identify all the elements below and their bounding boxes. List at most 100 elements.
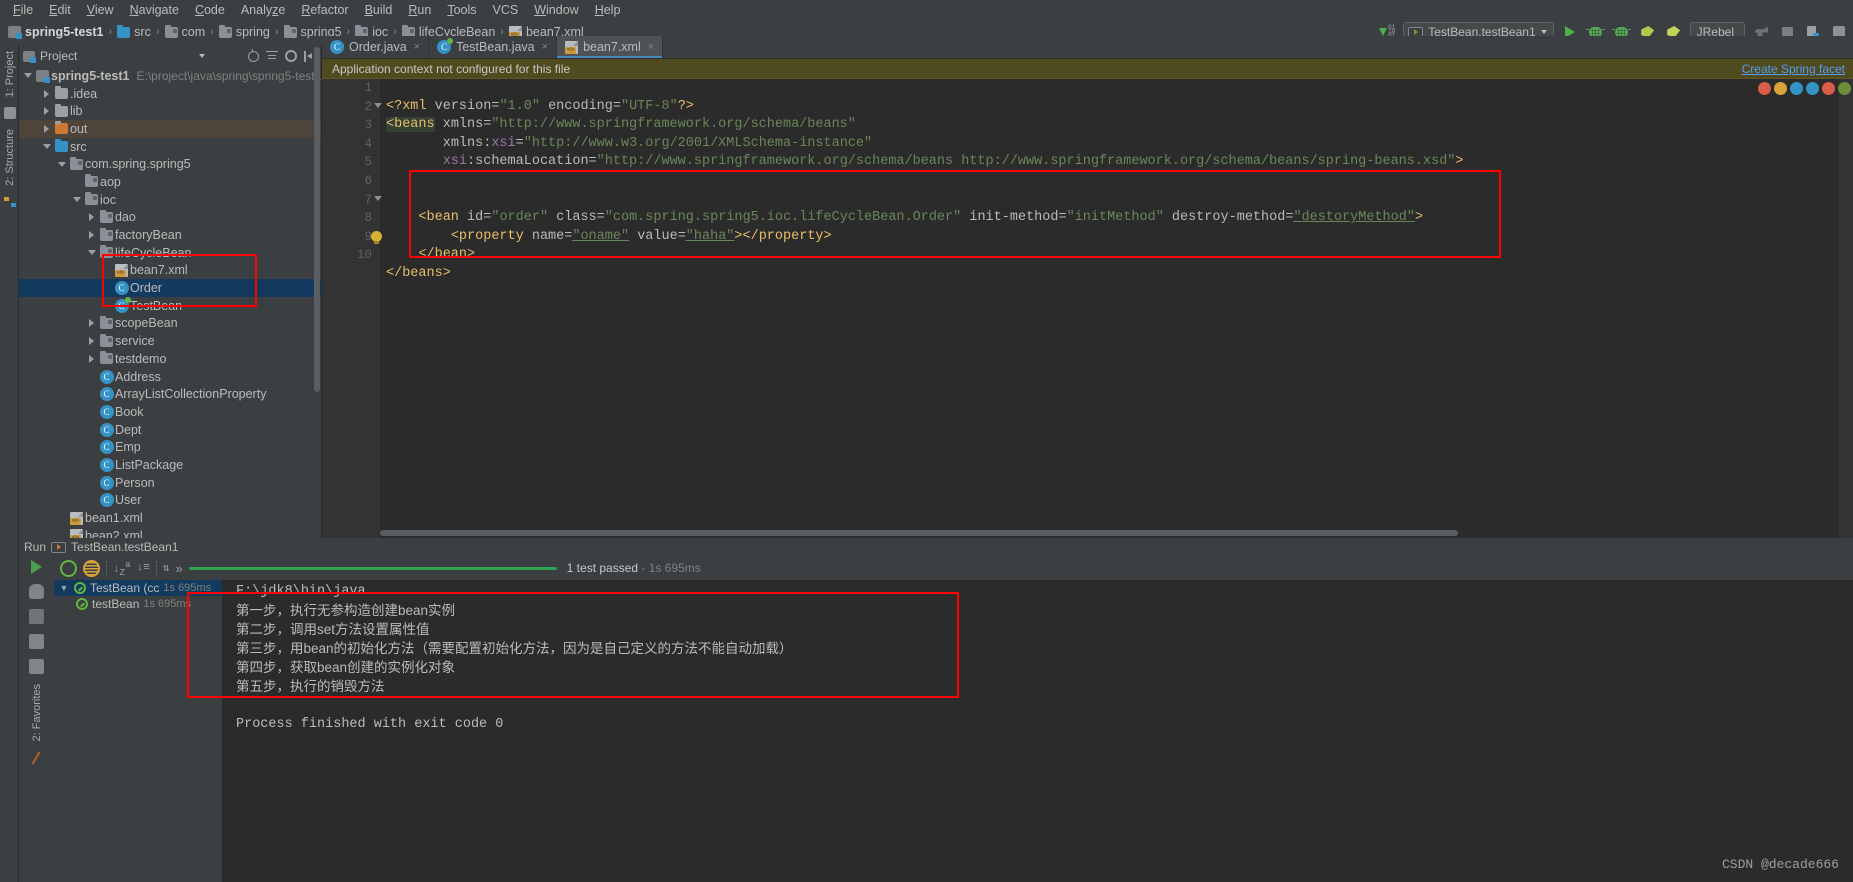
tree-row-spring5-test1[interactable]: spring5-test1 E:\project\java\spring\spri…	[19, 67, 321, 85]
project-tree[interactable]: spring5-test1 E:\project\java\spring\spri…	[19, 67, 321, 538]
close-icon[interactable]: ×	[414, 41, 420, 53]
editor-tab-bean7-xml[interactable]: </> bean7.xml ×	[557, 36, 664, 58]
chevron-right-icon[interactable]	[40, 107, 53, 116]
menu-item-refactor[interactable]: Refactor	[293, 2, 356, 18]
rerun-icon[interactable]	[31, 560, 42, 574]
chevron-down-icon[interactable]	[21, 73, 34, 79]
chevron-right-icon[interactable]	[40, 124, 53, 133]
expand-all-icon[interactable]: ⇅	[163, 561, 170, 575]
breadcrumb-item-src[interactable]: src	[115, 24, 153, 39]
notifications-icon[interactable]	[29, 584, 44, 599]
settings-icon[interactable]	[284, 49, 298, 63]
menu-item-run[interactable]: Run	[400, 2, 439, 18]
tree-row-user[interactable]: C User	[19, 492, 321, 510]
editor-tab-testbean-java[interactable]: C TestBean.java ×	[429, 36, 558, 58]
code-editor[interactable]: 1 2 3 4 5 6 7 8 9 10 <?xml version="1.0" encoding…	[322, 79, 1853, 538]
chevron-right-icon[interactable]	[40, 89, 53, 98]
tree-row-ioc[interactable]: ioc	[19, 191, 321, 209]
pin-icon[interactable]	[29, 751, 44, 766]
tree-row-order[interactable]: C Order	[19, 279, 321, 297]
tree-row-testdemo[interactable]: testdemo	[19, 350, 321, 368]
tree-row-address[interactable]: C Address	[19, 368, 321, 386]
menu-item-edit[interactable]: Edit	[41, 2, 79, 18]
tree-row-dept[interactable]: C Dept	[19, 421, 321, 439]
editor-marker-column[interactable]	[1839, 79, 1853, 538]
tree-row-listpackage[interactable]: C ListPackage	[19, 456, 321, 474]
inspection-widget[interactable]	[1758, 82, 1851, 95]
create-spring-facet-link[interactable]: Create Spring facet	[1742, 62, 1845, 76]
chevron-down-icon[interactable]	[55, 161, 68, 167]
chevron-down-icon[interactable]	[199, 54, 205, 58]
tree-row-scopebean[interactable]: scopeBean	[19, 315, 321, 333]
menu-item-file[interactable]: File	[5, 2, 41, 18]
tree-row-service[interactable]: service	[19, 332, 321, 350]
chevron-down-icon[interactable]: ▼	[58, 583, 70, 593]
collapse-all-icon[interactable]	[265, 49, 279, 63]
inspections-toggle-icon[interactable]	[1838, 82, 1851, 95]
tree-row-factorybean[interactable]: factoryBean	[19, 226, 321, 244]
menu-item-build[interactable]: Build	[357, 2, 401, 18]
breadcrumb-item-project[interactable]: spring5-test1	[6, 25, 106, 39]
editor-tab-order-java[interactable]: C Order.java ×	[322, 36, 430, 58]
show-ignored-icon[interactable]	[83, 559, 100, 577]
tree-row-emp[interactable]: C Emp	[19, 438, 321, 456]
menu-item-vcs[interactable]: VCS	[485, 2, 527, 18]
tree-row-bean2-xml[interactable]: </>bean2.xml	[19, 527, 321, 538]
project-tree-scrollbar[interactable]	[314, 47, 320, 392]
close-icon[interactable]: ×	[648, 41, 654, 53]
chevron-right-icon[interactable]	[85, 231, 98, 240]
tree-row-testbean[interactable]: C TestBean	[19, 296, 321, 315]
chevron-right-icon[interactable]	[85, 319, 98, 328]
close-icon[interactable]: ×	[542, 41, 548, 53]
more-icon[interactable]: »	[175, 561, 182, 576]
chevron-right-icon[interactable]	[85, 354, 98, 363]
chevron-down-icon[interactable]	[85, 250, 98, 256]
chevron-down-icon[interactable]	[40, 144, 53, 150]
tree-row-lifecyclebean[interactable]: lifeCycleBean	[19, 244, 321, 262]
locate-icon[interactable]	[246, 48, 260, 63]
chevron-right-icon[interactable]	[85, 213, 98, 222]
show-passed-icon[interactable]	[60, 559, 77, 577]
editor-horizontal-scrollbar[interactable]	[380, 530, 1837, 536]
tree-row-src[interactable]: src	[19, 138, 321, 156]
test-results-tree[interactable]: ▼ TestBean (cc 1s 695ms testBean 1s 695m…	[54, 580, 222, 882]
breadcrumb-item-spring[interactable]: spring	[217, 24, 272, 39]
menu-item-analyze[interactable]: Analyze	[233, 2, 293, 18]
breadcrumb-label: com	[181, 25, 206, 39]
tree-row-com-spring-spring5[interactable]: com.spring.spring5	[19, 155, 321, 173]
test-tree-row-class[interactable]: ▼ TestBean (cc 1s 695ms	[54, 580, 222, 596]
menu-item-window[interactable]: Window	[526, 2, 586, 18]
tree-row-dao[interactable]: dao	[19, 209, 321, 227]
tree-row-book[interactable]: C Book	[19, 403, 321, 421]
menu-item-help[interactable]: Help	[587, 2, 629, 18]
menu-item-view[interactable]: View	[79, 2, 122, 18]
print-icon[interactable]	[29, 634, 44, 649]
console-line-step4: 第四步，获取bean创建的实例化对象	[236, 660, 456, 675]
breadcrumb-item-com[interactable]: com	[163, 24, 208, 39]
tree-row-person[interactable]: C Person	[19, 474, 321, 492]
menu-item-code[interactable]: Code	[187, 2, 233, 18]
project-panel-title: Project	[40, 49, 78, 63]
stop-icon[interactable]	[29, 609, 44, 624]
tree-row-arraylistcollectionproperty[interactable]: C ArrayListCollectionProperty	[19, 385, 321, 403]
rail-project-tab[interactable]: 1: Project	[4, 47, 16, 101]
chevron-right-icon[interactable]	[85, 337, 98, 346]
menu-item-tools[interactable]: Tools	[439, 2, 484, 18]
editor-gutter[interactable]: 1 2 3 4 5 6 7 8 9 10	[322, 79, 380, 538]
tree-row-bean7-xml[interactable]: </> bean7.xml	[19, 262, 321, 280]
tree-row--idea[interactable]: .idea	[19, 85, 321, 103]
export-icon[interactable]	[29, 659, 44, 674]
tree-row-bean1-xml[interactable]: </> bean1.xml	[19, 509, 321, 527]
tree-row-lib[interactable]: lib	[19, 102, 321, 120]
test-tree-row-method[interactable]: testBean 1s 695ms	[54, 596, 222, 612]
tree-row-out[interactable]: out	[19, 120, 321, 138]
rail-structure-tab[interactable]: 2: Structure	[4, 125, 16, 190]
console-output[interactable]: F:\jdk8\bin\java ... 第一步，执行无参构造创建bean实例 …	[222, 580, 1853, 882]
tree-row-aop[interactable]: aop	[19, 173, 321, 191]
rail-favorites-tab[interactable]: 2: Favorites	[31, 684, 43, 741]
chevron-down-icon[interactable]	[70, 197, 83, 203]
menu-item-navigate[interactable]: Navigate	[122, 2, 187, 18]
sort-duration-icon[interactable]: ↓≡	[137, 562, 150, 574]
sort-alpha-icon[interactable]: ↓Za	[113, 559, 131, 578]
code-content[interactable]: <?xml version="1.0" encoding="UTF-8"?> <…	[380, 79, 1853, 538]
